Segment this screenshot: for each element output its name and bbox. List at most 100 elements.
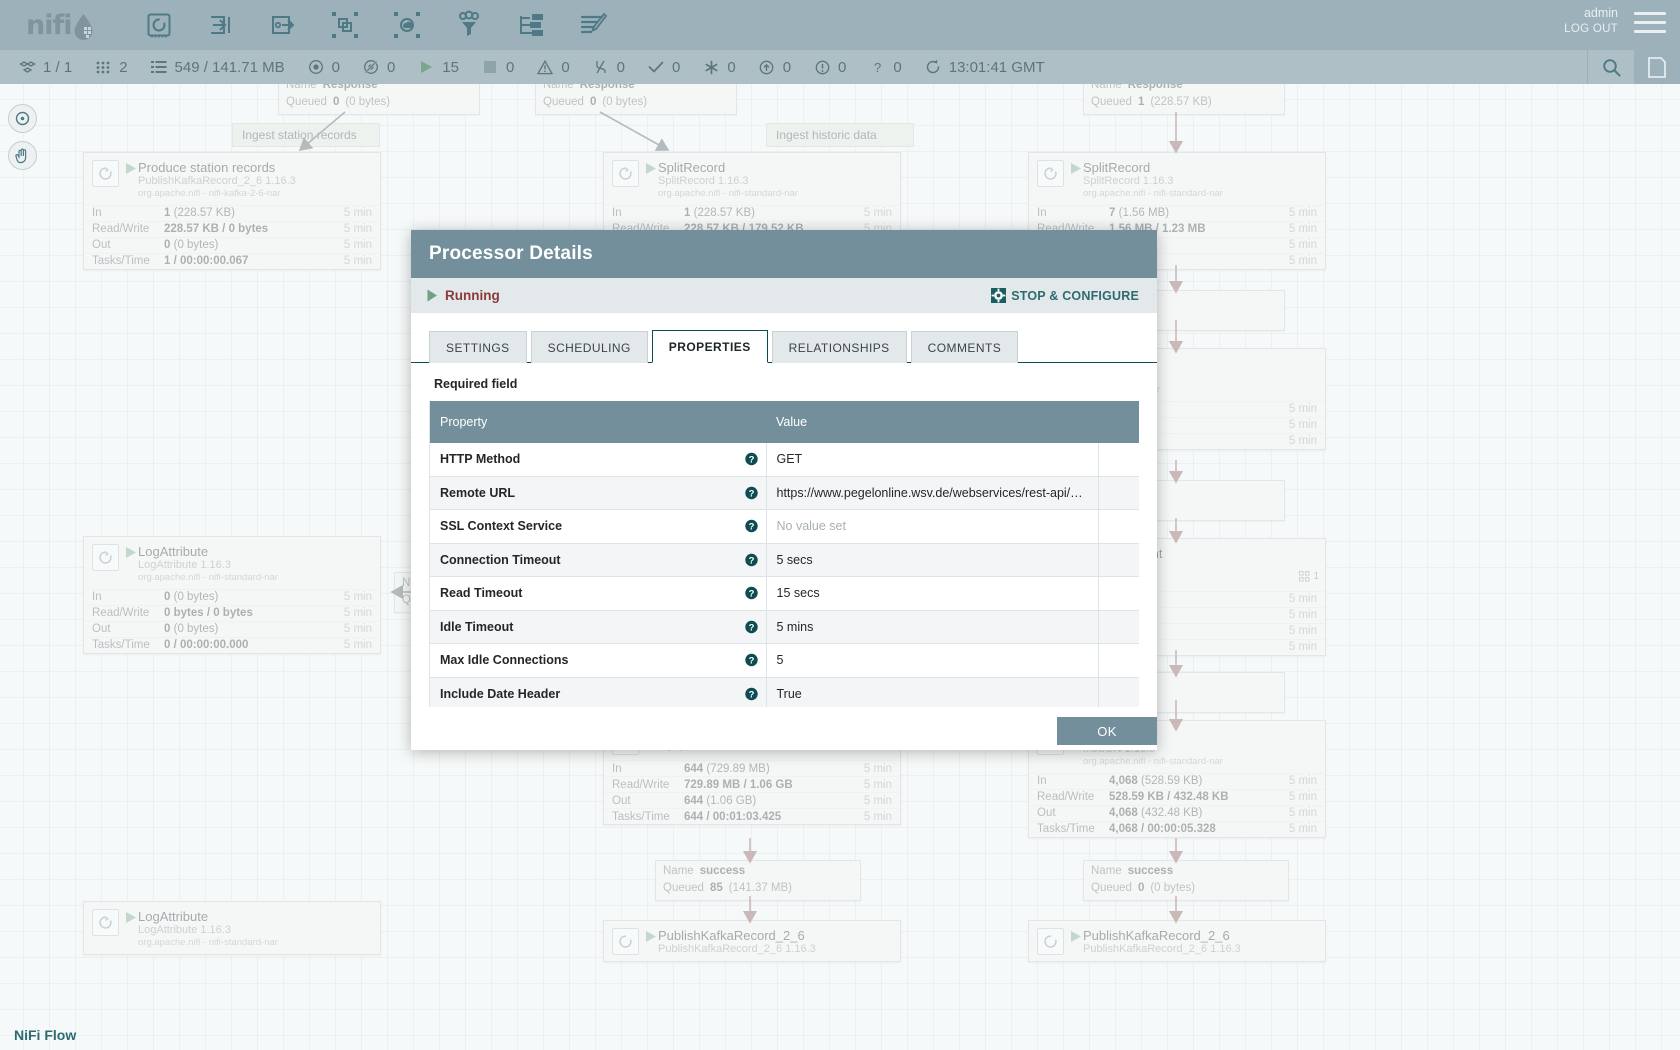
pan-hand-icon[interactable] bbox=[8, 141, 37, 170]
status-invalid: 0 bbox=[536, 58, 569, 76]
help-icon[interactable]: ? bbox=[745, 587, 758, 600]
property-action-cell bbox=[1098, 543, 1139, 577]
status-value: 0 bbox=[727, 59, 735, 76]
tab-settings[interactable]: SETTINGS bbox=[429, 331, 527, 363]
logo-text: nifi bbox=[26, 10, 71, 41]
property-name-cell: Remote URL? bbox=[430, 476, 766, 510]
funnel-icon[interactable] bbox=[452, 9, 486, 41]
process-groups-icon bbox=[18, 58, 36, 76]
status-locally-modified-stale: 0 bbox=[813, 58, 846, 76]
table-row[interactable]: Remote URL?https://www.pegelonline.wsv.d… bbox=[430, 476, 1139, 510]
property-name-cell: SSL Context Service? bbox=[430, 510, 766, 544]
table-row[interactable]: SSL Context Service?No value set bbox=[430, 510, 1139, 544]
gear-icon bbox=[991, 288, 1006, 303]
property-value-cell[interactable]: No value set bbox=[766, 510, 1098, 544]
run-status-label: Running bbox=[445, 288, 500, 303]
help-icon[interactable]: ? bbox=[745, 687, 758, 700]
property-value-cell[interactable]: GET bbox=[766, 443, 1098, 476]
help-icon[interactable]: ? bbox=[745, 520, 758, 533]
search-icon[interactable] bbox=[1587, 50, 1634, 84]
stop-and-configure-button[interactable]: STOP & CONFIGURE bbox=[991, 288, 1139, 303]
property-value-cell[interactable]: 5 secs bbox=[766, 543, 1098, 577]
help-icon[interactable]: ? bbox=[745, 486, 758, 499]
table-row[interactable]: HTTP Method?GET bbox=[430, 443, 1139, 476]
top-toolbar: nifi bbox=[0, 0, 1680, 50]
property-action-cell bbox=[1098, 476, 1139, 510]
status-value: 0 bbox=[838, 59, 846, 76]
template-icon[interactable] bbox=[514, 9, 548, 41]
status-value: 13:01:41 GMT bbox=[949, 59, 1045, 76]
status-queue: 549 / 141.71 MB bbox=[150, 58, 285, 76]
svg-text:?: ? bbox=[748, 656, 754, 667]
bulletin-board-icon[interactable] bbox=[1634, 50, 1680, 84]
processor-icon[interactable] bbox=[142, 9, 176, 41]
help-icon[interactable]: ? bbox=[745, 620, 758, 633]
property-name-cell: Connection Timeout? bbox=[430, 543, 766, 577]
menu-bar bbox=[1634, 21, 1666, 24]
help-icon[interactable]: ? bbox=[745, 453, 758, 466]
dialog-tabs: SETTINGS SCHEDULING PROPERTIES RELATIONS… bbox=[411, 313, 1157, 363]
stop-and-configure-label: STOP & CONFIGURE bbox=[1011, 289, 1139, 303]
col-header-property: Property bbox=[430, 401, 766, 443]
table-row[interactable]: Max Idle Connections?5 bbox=[430, 644, 1139, 678]
property-action-cell bbox=[1098, 677, 1139, 707]
tab-relationships[interactable]: RELATIONSHIPS bbox=[772, 331, 907, 363]
ok-button[interactable]: OK bbox=[1057, 717, 1157, 745]
property-name-cell: HTTP Method? bbox=[430, 443, 766, 476]
property-value-cell[interactable]: 15 secs bbox=[766, 577, 1098, 611]
input-port-icon[interactable] bbox=[204, 9, 238, 41]
menu-bar bbox=[1634, 12, 1666, 15]
tab-scheduling[interactable]: SCHEDULING bbox=[531, 331, 648, 363]
label-icon[interactable] bbox=[576, 9, 610, 41]
property-action-cell bbox=[1098, 443, 1139, 476]
play-icon bbox=[417, 58, 435, 76]
logout-link[interactable]: LOG OUT bbox=[1564, 22, 1618, 36]
property-value-cell[interactable]: https://www.pegelonline.wsv.de/webservic… bbox=[766, 476, 1098, 510]
property-value-cell[interactable]: 5 bbox=[766, 644, 1098, 678]
breadcrumb[interactable]: NiFi Flow bbox=[14, 1027, 76, 1043]
navigate-mode-icon[interactable] bbox=[8, 104, 37, 133]
status-stale: 0 bbox=[758, 58, 791, 76]
dialog-body: Required field Property Value HTTP Metho… bbox=[411, 363, 1157, 712]
status-value: 15 bbox=[442, 59, 459, 76]
status-value: 0 bbox=[506, 59, 514, 76]
transmit-off-icon bbox=[362, 58, 380, 76]
process-group-icon[interactable] bbox=[328, 9, 362, 41]
table-row[interactable]: Idle Timeout?5 mins bbox=[430, 610, 1139, 644]
properties-table-scroll[interactable]: Property Value HTTP Method?GET Remote UR… bbox=[429, 401, 1139, 707]
property-name-text: SSL Context Service bbox=[440, 519, 562, 533]
remote-process-group-icon[interactable] bbox=[390, 9, 424, 41]
status-stopped: 0 bbox=[481, 58, 514, 76]
status-value: 2 bbox=[119, 59, 127, 76]
svg-text:?: ? bbox=[748, 488, 754, 499]
output-port-icon[interactable] bbox=[266, 9, 300, 41]
property-value-cell[interactable]: True bbox=[766, 677, 1098, 707]
table-row[interactable]: Connection Timeout?5 secs bbox=[430, 543, 1139, 577]
help-icon[interactable]: ? bbox=[745, 553, 758, 566]
status-sync-failure: ? 0 bbox=[868, 58, 901, 76]
refresh-icon bbox=[924, 58, 942, 76]
table-row[interactable]: Include Date Header?True bbox=[430, 677, 1139, 707]
status-components: 2 bbox=[94, 58, 127, 76]
dialog-footer: OK bbox=[411, 712, 1157, 750]
help-icon[interactable]: ? bbox=[745, 654, 758, 667]
property-value-cell[interactable]: 5 mins bbox=[766, 610, 1098, 644]
property-name-text: HTTP Method bbox=[440, 452, 520, 466]
property-action-cell bbox=[1098, 610, 1139, 644]
transmit-on-icon bbox=[307, 58, 325, 76]
warning-icon bbox=[536, 58, 554, 76]
property-name-cell: Read Timeout? bbox=[430, 577, 766, 611]
property-name-text: Connection Timeout bbox=[440, 553, 561, 567]
tab-properties[interactable]: PROPERTIES bbox=[652, 330, 768, 363]
menu-bar bbox=[1634, 30, 1666, 33]
ok-button-label: OK bbox=[1097, 724, 1116, 739]
tab-comments[interactable]: COMMENTS bbox=[911, 331, 1019, 363]
global-menu-icon[interactable] bbox=[1634, 12, 1666, 38]
property-action-cell bbox=[1098, 577, 1139, 611]
status-value: 0 bbox=[672, 59, 680, 76]
table-row[interactable]: Read Timeout?15 secs bbox=[430, 577, 1139, 611]
required-field-note: Required field bbox=[429, 363, 1139, 401]
play-icon bbox=[427, 289, 438, 302]
table-header-row: Property Value bbox=[430, 401, 1139, 443]
tab-label: SETTINGS bbox=[446, 341, 510, 355]
